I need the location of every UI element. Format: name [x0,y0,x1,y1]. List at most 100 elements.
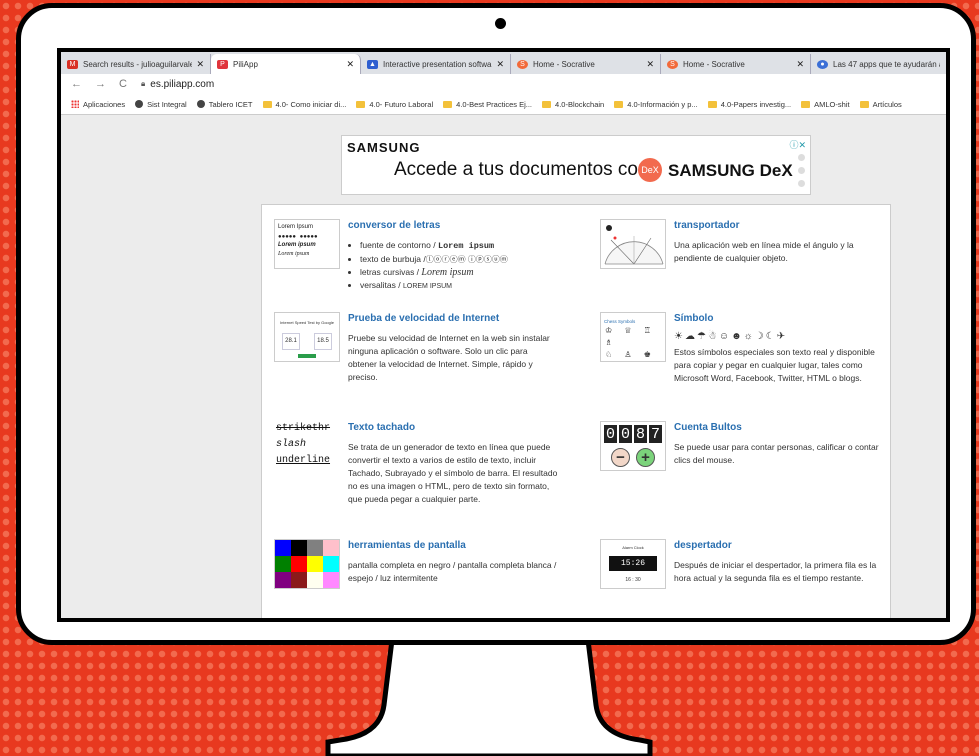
bookmark-folder[interactable]: 4.0-Papers investig... [707,100,791,109]
close-icon[interactable]: ✕ [196,59,204,70]
socrative-icon: S [667,59,678,69]
counter-digit: 0 [619,425,632,443]
samsung-ad-banner[interactable]: SAMSUNG Accede a tus documentos con DeX … [341,135,811,195]
thumb-line: ●●●●● ●●●●● [278,233,318,240]
protractor-thumbnail[interactable] [600,219,666,269]
folder-icon [614,100,624,108]
close-icon[interactable]: ✕ [496,59,504,70]
thumb-alarm: 16 : 30 [625,577,641,583]
tool-title[interactable]: Prueba de velocidad de Internet [348,312,499,325]
thumb-line: Lorem Ipsum [278,224,314,230]
tab-apps[interactable]: ● Las 47 apps que te ayudarán a [811,54,946,74]
ad-product: SAMSUNG DeX [668,161,793,180]
bookmark-label: 4.0-Best Practices Ej... [456,99,533,109]
thumb-title: Alarm Clock [622,545,644,550]
tool-title[interactable]: herramientas de pantalla [348,539,466,552]
tab-mentimeter[interactable]: ▲ Interactive presentation softwa ✕ [361,54,511,74]
bookmark-folder[interactable]: Artículos [859,99,902,109]
tool-simbolo[interactable]: Chess Symbols ♔ ♕ ♖ ♗ ♘ ♙ ♚ ♛ ♜ ♝ ♞ ♟ Sí… [600,312,890,412]
bookmarks-bar: Aplicaciones Sist Integral Tablero ICET … [61,94,946,115]
chess-pieces-icon: ♔ ♕ ♖ ♗ ♘ ♙ ♚ ♛ ♜ ♝ ♞ ♟ [605,325,665,361]
bookmark-label: Artículos [872,99,902,109]
tab-title: Home - Socrative [533,59,595,69]
tab-title: Home - Socrative [683,59,745,69]
tool-conversor[interactable]: Lorem Ipsum ●●●●● ●●●●● Lorem ipsum Lore… [274,219,564,309]
tool-desc: Se puede usar para contar personas, cali… [674,442,879,465]
bookmark-tablero-icet[interactable]: Tablero ICET [196,100,253,109]
tab-socrative-2[interactable]: S Home - Socrative ✕ [661,54,811,74]
forward-icon[interactable]: → [95,78,109,90]
close-icon[interactable]: ✕ [646,59,654,70]
tool-title[interactable]: transportador [674,219,740,232]
item-sample: Lorem ipsum [421,267,474,278]
url-field[interactable]: es.piliapp.com [150,79,214,90]
bookmark-aplicaciones[interactable]: Aplicaciones [71,100,125,109]
ad-dot [798,180,805,187]
tool-title[interactable]: Texto tachado [348,421,415,434]
chess-symbols-thumbnail[interactable]: Chess Symbols ♔ ♕ ♖ ♗ ♘ ♙ ♚ ♛ ♜ ♝ ♞ ♟ [600,312,666,362]
bookmark-folder[interactable]: 4.0- Futuro Laboral [356,100,433,109]
tab-title: Interactive presentation softwa [383,59,492,69]
ad-brand: SAMSUNG [347,140,421,155]
item-label: versalitas / [360,280,403,290]
tab-piliapp[interactable]: P PiliApp ✕ [211,54,361,74]
app-icon: ● [817,59,828,69]
close-icon[interactable]: ✕ [796,59,804,70]
bookmark-label: Aplicaciones [83,99,126,109]
counter-digit: 8 [634,425,647,443]
counter-digit: 7 [649,425,662,443]
speed-test-thumbnail[interactable]: Internet Speed Test by Google 28.1 18.5 [274,312,340,362]
conversor-thumbnail[interactable]: Lorem Ipsum ●●●●● ●●●●● Lorem ipsum Lore… [274,219,340,269]
list-item[interactable]: fuente de contorno / Lorem ipsum [360,239,558,253]
thumb-download: 28.1 [282,333,300,350]
color-swatch [323,540,339,556]
reload-icon[interactable]: C [119,78,133,90]
tool-title[interactable]: Símbolo [674,312,713,325]
color-swatch [275,572,291,588]
color-swatch [307,556,323,572]
tool-desc: pantalla completa en negro / pantalla co… [348,560,557,583]
back-icon[interactable]: ← [71,78,85,90]
color-grid-thumbnail[interactable] [274,539,340,589]
item-label: fuente de contorno / [360,240,438,250]
color-swatch [291,556,307,572]
tool-transportador[interactable]: transportador Una aplicación web en líne… [600,219,890,279]
globe-icon [135,100,144,108]
thumb-line: Lorem ipsum [278,242,316,248]
bookmark-label: AMLO-shit [814,99,850,109]
tab-socrative-1[interactable]: S Home - Socrative ✕ [511,54,661,74]
list-item[interactable]: texto de burbuja /ⓛⓞⓡⓔⓜ ⓘⓟⓢⓤⓜ [360,253,558,266]
list-item[interactable]: letras cursivas / Lorem ipsum [360,266,558,279]
bookmark-folder[interactable]: 4.0-Blockchain [542,100,604,109]
ad-info-icon[interactable]: ⓘ✕ [789,138,806,151]
thumb-line: underline [276,455,331,466]
bookmark-folder[interactable]: AMLO-shit [801,99,850,109]
counter-thumbnail[interactable]: 0 0 8 7 − + [600,421,666,471]
alarm-clock-thumbnail[interactable]: Alarm Clock 15:26 16 : 30 [600,539,666,589]
tab-strip: M Search results - julioaguilarvale ✕ P … [61,52,946,74]
tool-title[interactable]: conversor de letras [348,219,440,232]
thumb-title: Internet Speed Test by Google [280,320,334,325]
tool-desc: Estos símbolos especiales son texto real… [674,347,875,383]
close-icon[interactable]: ✕ [346,59,354,70]
tool-title[interactable]: despertador [674,539,732,552]
minus-icon: − [611,448,630,467]
list-item[interactable]: versalitas / LOREM IPSUM [360,279,558,293]
bookmark-folder[interactable]: 4.0-Información y p... [614,100,698,109]
bookmark-folder[interactable]: 4.0- Como iniciar di... [262,100,346,109]
tab-gmail[interactable]: M Search results - julioaguilarvale ✕ [61,54,211,74]
apps-grid-icon [71,100,79,108]
tool-desc: Pruebe su velocidad de Internet en la we… [348,333,550,382]
thumb-upload: 18.5 [314,333,332,350]
tool-velocidad[interactable]: Internet Speed Test by Google 28.1 18.5 … [274,312,564,402]
bookmark-folder[interactable]: 4.0-Best Practices Ej... [443,100,532,109]
tool-despertador[interactable]: Alarm Clock 15:26 16 : 30 despertador De… [600,539,890,599]
tool-tachado[interactable]: strikethr slash underline Texto tachado … [274,421,564,531]
tool-cuenta-bultos[interactable]: 0 0 8 7 − + Cuenta Bultos Se puede usar … [600,421,890,481]
bookmark-sist-integral[interactable]: Sist Integral [135,100,187,109]
tool-pantalla[interactable]: herramientas de pantalla pantalla comple… [274,539,564,599]
strikethrough-thumbnail[interactable]: strikethr slash underline [274,421,340,471]
folder-icon [707,100,717,108]
lock-icon[interactable]: 🔒︎ [141,79,145,89]
tool-title[interactable]: Cuenta Bultos [674,421,742,434]
